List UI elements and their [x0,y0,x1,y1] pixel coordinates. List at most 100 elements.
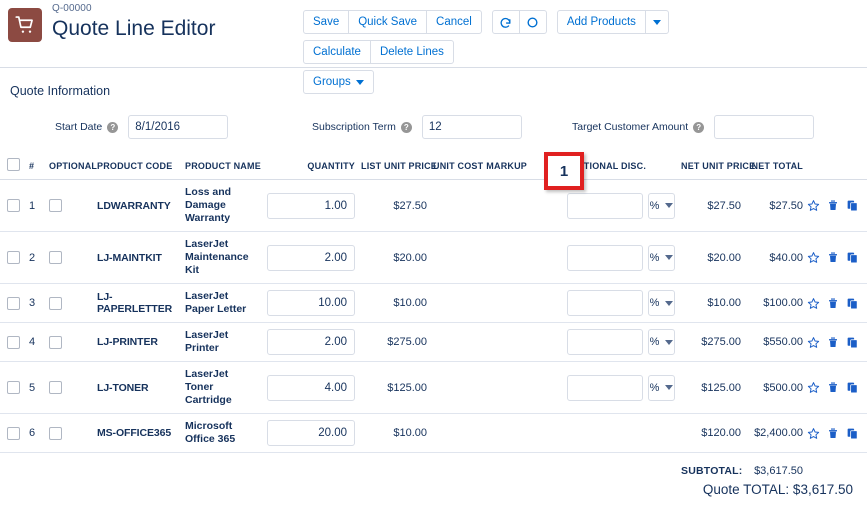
add-products-dropdown-button[interactable] [644,10,669,34]
calculate-button-group: Calculate Delete Lines [303,40,454,64]
additional-discount-input[interactable] [567,329,643,355]
quantity-cell [258,322,358,362]
help-icon[interactable]: ? [400,121,412,133]
net-unit-price-cell: $125.00 [678,361,744,414]
net-total-cell: $2,400.00 [744,413,806,453]
help-icon[interactable]: ? [693,121,705,133]
optional-checkbox[interactable] [49,296,62,310]
undo-icon-button[interactable] [518,10,547,34]
help-icon[interactable]: ? [107,121,119,133]
optional-checkbox[interactable] [49,251,62,264]
redo-icon-button[interactable] [491,10,520,34]
save-button[interactable]: Save [303,10,350,34]
select-all-header [0,154,26,180]
star-icon[interactable] [807,297,820,310]
discount-unit-select[interactable]: % [648,192,675,219]
additional-discount-input[interactable] [567,244,643,271]
row-select-checkbox[interactable] [6,296,20,310]
chevron-down-icon [665,339,674,345]
trash-icon[interactable] [827,336,839,349]
copy-icon[interactable] [846,251,859,264]
table-row: 1 LDWARRANTYLoss and Damage Warranty $27.5… [0,179,867,232]
add-products-button[interactable]: Add Products [556,10,646,34]
copy-icon[interactable] [846,427,859,440]
target-customer-amount-input[interactable] [714,115,815,139]
target-customer-amount-label: Target Customer Amount [572,121,689,133]
trash-icon[interactable] [827,251,839,264]
discount-unit-select[interactable]: % [648,374,675,401]
optional-checkbox[interactable] [49,426,62,440]
product-code-cell: LDWARRANTY [94,179,182,232]
star-icon[interactable] [807,336,820,349]
copy-icon[interactable] [846,199,859,212]
quantity-input[interactable] [267,420,355,446]
quantity-input[interactable] [267,290,355,316]
select-all-checkbox[interactable] [6,158,20,171]
chevron-down-icon [665,385,674,390]
optional-checkbox[interactable] [49,335,62,349]
additional-discount-input[interactable] [567,192,643,219]
start-date-input[interactable] [128,115,229,139]
row-number: 2 [26,231,46,284]
trash-icon[interactable] [827,381,839,394]
star-icon[interactable] [807,199,820,212]
row-select-checkbox[interactable] [6,199,20,212]
header-number: # [26,154,46,180]
quick-save-button[interactable]: Quick Save [348,10,428,34]
row-actions-cell [806,361,867,414]
page-header: Q-00000 Quote Line Editor Save Quick Sav… [0,0,867,94]
calculate-button[interactable]: Calculate [303,40,371,64]
unit-cost-cell [430,413,482,453]
quantity-input[interactable] [267,244,355,271]
header-net-total: NET TOTAL [744,154,806,180]
table-row: 6 MS-OFFICE365Microsoft Office 365 $10.00 $… [0,413,867,453]
net-unit-price-cell: $120.00 [678,413,744,453]
row-select-checkbox[interactable] [6,335,20,349]
discount-unit-select[interactable]: % [648,244,675,271]
subscription-term-input[interactable] [421,115,522,139]
row-select-checkbox[interactable] [6,426,20,440]
table-row: 4 LJ-PRINTERLaserJet Printer $275.00% $275.… [0,322,867,362]
subscription-term-label: Subscription Term [312,121,396,133]
start-date-label: Start Date [55,121,103,133]
net-unit-price-cell: $27.50 [678,179,744,232]
header-unit-cost: UNIT COST [430,154,483,180]
star-icon[interactable] [807,381,820,394]
row-optional-cell [46,231,94,284]
quantity-cell [258,413,358,453]
discount-unit-label: % [649,199,660,212]
table-row: 2 LJ-MAINTKITLaserJet Maintenance Kit $20.… [0,231,867,284]
row-select-cell [0,231,26,284]
additional-discount-input[interactable] [567,290,643,316]
trash-icon[interactable] [827,297,839,310]
quantity-input[interactable] [267,329,355,355]
subscription-term-field-group: Subscription Term ? [312,114,522,140]
row-select-checkbox[interactable] [6,251,20,264]
trash-icon[interactable] [827,427,839,440]
star-icon[interactable] [807,427,820,440]
delete-lines-button[interactable]: Delete Lines [369,40,454,64]
copy-icon[interactable] [846,336,859,349]
discount-unit-select[interactable]: % [648,329,675,355]
row-select-cell [0,361,26,414]
markup-cell [482,361,530,414]
chevron-down-icon [665,255,674,260]
row-actions-cell [806,322,867,362]
quantity-input[interactable] [267,192,355,219]
target-customer-amount-field-group: Target Customer Amount ? [572,114,815,140]
cancel-button[interactable]: Cancel [426,10,482,34]
copy-icon[interactable] [846,381,859,394]
copy-icon[interactable] [846,297,859,310]
circle-icon [527,16,538,28]
add-products-button-group: Add Products [556,10,669,34]
optional-checkbox[interactable] [49,381,62,394]
trash-icon[interactable] [827,199,839,212]
product-code-cell: LJ-MAINTKIT [94,231,182,284]
row-optional-cell [46,179,94,232]
row-select-checkbox[interactable] [6,381,20,394]
star-icon[interactable] [807,251,820,264]
quantity-input[interactable] [267,374,355,401]
optional-checkbox[interactable] [49,199,62,212]
additional-discount-input[interactable] [567,374,643,401]
discount-unit-select[interactable]: % [648,290,675,316]
